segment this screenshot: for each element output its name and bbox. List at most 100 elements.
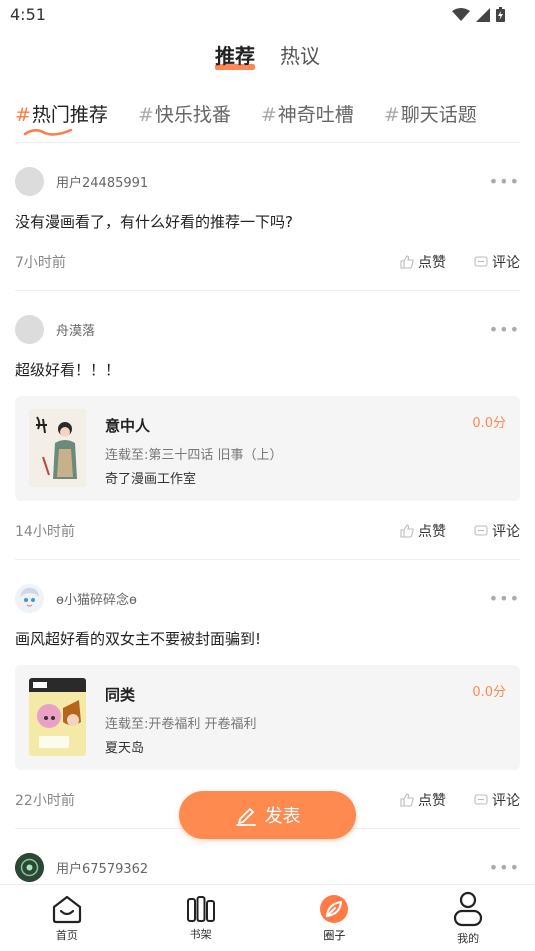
signal-icon <box>476 7 490 22</box>
comic-card[interactable]: 同类 连载至:开卷福利 开卷福利 夏天岛 0.0分 <box>15 665 520 770</box>
nav-circle[interactable]: 圈子 <box>268 885 402 951</box>
topic-hash: # <box>383 104 400 126</box>
status-icons <box>452 7 505 22</box>
home-icon <box>52 895 81 923</box>
comment-icon <box>474 255 488 267</box>
tab-recommend[interactable]: 推荐 <box>214 40 255 70</box>
comic-title: 意中人 <box>105 417 151 435</box>
thumbs-up-icon <box>400 524 414 538</box>
profile-icon <box>454 891 483 926</box>
post-footer: 14小时前 点赞 评论 <box>15 521 520 541</box>
topic-chat[interactable]: #聊天话题 <box>384 100 477 127</box>
more-icon[interactable]: ••• <box>489 320 520 339</box>
topic-hot-recommend[interactable]: #热门推荐 <box>15 100 108 136</box>
comment-button[interactable]: 评论 <box>474 252 520 272</box>
post-header: ɵ小猫碎碎念ɵ ••• <box>15 583 520 613</box>
like-label: 点赞 <box>418 793 446 809</box>
topic-label: 快乐找番 <box>154 104 231 126</box>
post-text: 没有漫画看了，有什么好看的推荐一下吗? <box>15 213 293 231</box>
comic-score: 0.0分 <box>472 685 506 700</box>
topic-rant[interactable]: #神奇吐槽 <box>261 100 354 127</box>
topic-row: #热门推荐 #快乐找番 #神奇吐槽 #聊天话题 <box>15 100 520 136</box>
nav-bookshelf[interactable]: 书架 <box>134 885 268 951</box>
like-button[interactable]: 点赞 <box>400 521 446 541</box>
comic-title: 同类 <box>105 686 136 704</box>
nav-label: 首页 <box>55 928 78 942</box>
topic-hash: # <box>15 104 31 126</box>
post-header: 用户67579362 ••• <box>15 852 520 882</box>
tab-hot-discussion[interactable]: 热议 <box>280 40 320 69</box>
divider <box>15 559 520 560</box>
comic-cover <box>29 678 86 756</box>
comic-author: 夏天岛 <box>105 741 145 756</box>
avatar[interactable] <box>15 852 44 882</box>
comic-cover-illustration <box>29 409 86 487</box>
nav-profile[interactable]: 我的 <box>401 885 535 951</box>
comic-cover-illustration <box>29 678 86 756</box>
avatar[interactable] <box>15 166 44 196</box>
more-icon[interactable]: ••• <box>489 858 520 877</box>
username[interactable]: 用户67579362 <box>56 858 148 877</box>
more-icon[interactable]: ••• <box>489 172 520 191</box>
topic-underline-decoration <box>23 128 73 136</box>
topic-label: 神奇吐槽 <box>277 104 354 126</box>
post-time: 7小时前 <box>15 255 66 271</box>
avatar[interactable] <box>15 583 44 613</box>
nav-home[interactable]: 首页 <box>0 885 134 951</box>
publish-label: 发表 <box>264 806 301 827</box>
comment-button[interactable]: 评论 <box>474 790 520 810</box>
post-card[interactable]: 用户67579362 ••• <box>15 852 520 882</box>
like-button[interactable]: 点赞 <box>400 252 446 272</box>
circle-icon <box>320 894 349 923</box>
comic-chapter: 连载至:第三十四话 旧事（上） <box>105 448 283 463</box>
comment-icon <box>474 524 488 536</box>
publish-button[interactable]: 发表 <box>179 791 356 839</box>
battery-icon <box>496 7 505 22</box>
edit-icon <box>235 808 256 826</box>
like-button[interactable]: 点赞 <box>400 790 446 810</box>
thumbs-up-icon <box>400 793 414 807</box>
comment-label: 评论 <box>492 255 520 271</box>
post-card[interactable]: ɵ小猫碎碎念ɵ ••• 画风超好看的双女主不要被封面骗到! 同类 连载至:开卷福… <box>15 583 520 810</box>
like-label: 点赞 <box>418 255 446 271</box>
nav-label: 圈子 <box>323 928 346 942</box>
username[interactable]: 舟漠落 <box>56 320 95 339</box>
wifi-icon <box>452 7 470 21</box>
topic-label: 聊天话题 <box>400 104 477 126</box>
comment-button[interactable]: 评论 <box>474 521 520 541</box>
topic-hash: # <box>137 104 154 126</box>
username[interactable]: ɵ小猫碎碎念ɵ <box>56 589 137 608</box>
post-text: 画风超好看的双女主不要被封面骗到! <box>15 630 262 648</box>
comic-author: 奇了漫画工作室 <box>105 472 197 487</box>
comic-chapter: 连载至:开卷福利 开卷福利 <box>105 717 257 732</box>
bookshelf-icon <box>186 895 215 922</box>
post-card[interactable]: 舟漠落 ••• 超级好看！！！ 意中人 连载至:第三十四话 旧事（上） 奇了漫画… <box>15 314 520 541</box>
status-time: 4:51 <box>10 5 46 24</box>
post-header: 舟漠落 ••• <box>15 314 520 344</box>
bottom-nav: 首页 书架 圈子 我的 <box>0 884 535 951</box>
nav-label: 我的 <box>457 931 480 945</box>
post-text: 超级好看！！！ <box>15 361 121 379</box>
comment-icon <box>474 793 488 805</box>
comic-card[interactable]: 意中人 连载至:第三十四话 旧事（上） 奇了漫画工作室 0.0分 <box>15 396 520 501</box>
top-tabs: 推荐 热议 <box>0 40 535 70</box>
post-footer: 7小时前 点赞 评论 <box>15 252 520 272</box>
comment-label: 评论 <box>492 524 520 540</box>
comment-label: 评论 <box>492 793 520 809</box>
topic-hash: # <box>260 104 277 126</box>
divider <box>15 142 520 143</box>
comic-score: 0.0分 <box>472 416 506 431</box>
post-time: 14小时前 <box>15 524 75 540</box>
topic-label: 热门推荐 <box>31 104 108 126</box>
more-icon[interactable]: ••• <box>489 589 520 608</box>
divider <box>15 290 520 291</box>
post-header: 用户24485991 ••• <box>15 166 520 196</box>
username[interactable]: 用户24485991 <box>56 172 148 191</box>
status-bar: 4:51 <box>0 0 535 30</box>
avatar[interactable] <box>15 314 44 344</box>
nav-label: 书架 <box>189 927 212 941</box>
post-card[interactable]: 用户24485991 ••• 没有漫画看了，有什么好看的推荐一下吗? 7小时前 … <box>15 166 520 272</box>
thumbs-up-icon <box>400 255 414 269</box>
topic-happy-search[interactable]: #快乐找番 <box>138 100 231 127</box>
comic-cover <box>29 409 86 487</box>
